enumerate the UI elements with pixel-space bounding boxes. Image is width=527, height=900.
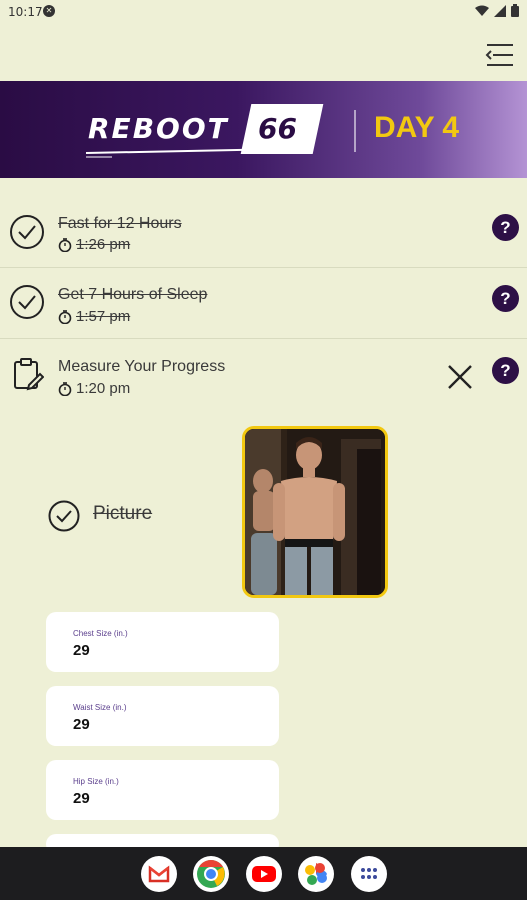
help-button[interactable]: ? (492, 357, 519, 384)
task-time-value: 1:26 pm (76, 236, 131, 253)
field-value: 29 (73, 790, 90, 807)
app-drawer[interactable] (351, 856, 387, 892)
chrome-app[interactable] (193, 856, 229, 892)
menu-button[interactable] (483, 40, 515, 70)
task-item-fast[interactable]: Fast for 12 Hours 1:26 pm ? (0, 200, 527, 266)
chrome-icon (197, 860, 225, 888)
hip-size-field[interactable]: Hip Size (in.) 29 (46, 760, 279, 820)
progress-photo[interactable] (242, 426, 388, 598)
app-grid-icon (361, 868, 377, 879)
timer-icon (58, 381, 72, 396)
day-label: DAY 4 (374, 111, 460, 144)
photos-icon (305, 863, 327, 885)
banner-divider (354, 110, 356, 152)
youtube-app[interactable] (246, 856, 282, 892)
field-label: Hip Size (in.) (73, 777, 119, 786)
check-circle-icon (10, 285, 44, 319)
timer-icon (58, 237, 72, 252)
gmail-icon (148, 865, 170, 883)
task-time-value: 1:57 pm (76, 308, 131, 325)
task-item-measure[interactable]: Measure Your Progress 1:20 pm ? (0, 345, 527, 405)
picture-label: Picture (93, 503, 153, 524)
timer-icon (58, 309, 72, 324)
field-label: Waist Size (in.) (73, 703, 127, 712)
clipboard-edit-icon (14, 358, 44, 391)
task-label: Fast for 12 Hours (58, 215, 182, 232)
field-value: 29 (73, 642, 90, 659)
check-circle-icon (48, 500, 80, 532)
divider (0, 338, 527, 339)
chest-size-field[interactable]: Chest Size (in.) 29 (46, 612, 279, 672)
help-button[interactable]: ? (492, 285, 519, 312)
youtube-icon (252, 866, 276, 882)
waist-size-field[interactable]: Waist Size (in.) 29 (46, 686, 279, 746)
field-label: Chest Size (in.) (73, 629, 128, 638)
status-time: 10:17 (8, 5, 43, 19)
task-time: 1:20 pm (58, 380, 130, 397)
wifi-icon (475, 5, 489, 16)
status-icons (475, 4, 519, 17)
divider (0, 267, 527, 268)
check-circle-icon (10, 215, 44, 249)
battery-icon (511, 4, 519, 17)
field-value: 29 (73, 716, 90, 733)
program-logo: REBOOT (88, 112, 229, 145)
menu-icon (485, 44, 513, 66)
task-time-value: 1:20 pm (76, 380, 131, 397)
gmail-app[interactable] (141, 856, 177, 892)
task-label: Get 7 Hours of Sleep (58, 286, 208, 303)
task-time: 1:57 pm (58, 308, 130, 325)
photos-app[interactable] (298, 856, 334, 892)
task-item-sleep[interactable]: Get 7 Hours of Sleep 1:57 pm ? (0, 270, 527, 336)
program-logo-number: 66 (258, 112, 297, 145)
task-time: 1:26 pm (58, 236, 130, 253)
signal-icon (494, 4, 506, 17)
status-bar: 10:17 ✕ (0, 0, 527, 24)
progress-photo-image (245, 429, 385, 595)
close-icon[interactable] (446, 363, 474, 391)
notification-icon: ✕ (43, 5, 55, 17)
task-label: Measure Your Progress (58, 358, 226, 375)
help-button[interactable]: ? (492, 214, 519, 241)
